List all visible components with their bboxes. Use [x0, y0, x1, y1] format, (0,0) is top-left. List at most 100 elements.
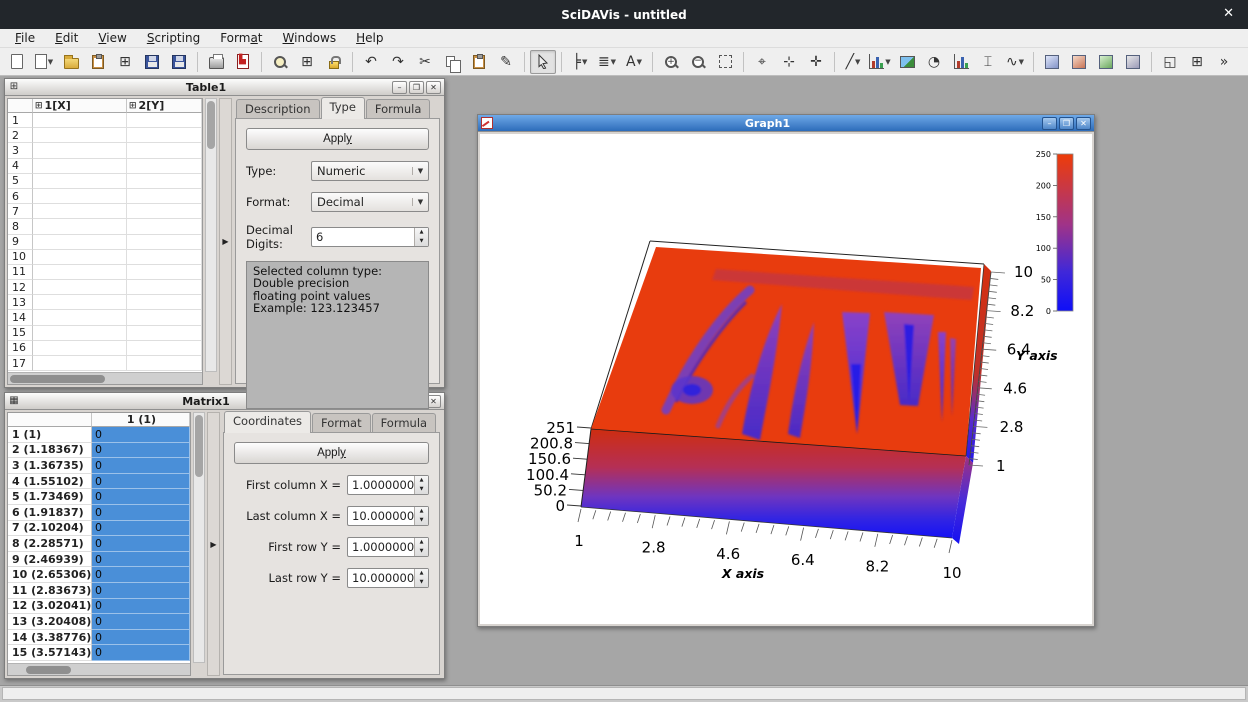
table-cell[interactable]: [33, 113, 127, 128]
table-row[interactable]: 10: [8, 250, 202, 265]
menu-view[interactable]: View: [89, 30, 135, 46]
print-icon[interactable]: [203, 50, 229, 74]
matrix-column-header[interactable]: 1 (1): [92, 413, 190, 427]
grid-lines-icon[interactable]: ≣▼: [594, 50, 620, 74]
table1-titlebar[interactable]: ⊞ Table1 – ❒ ✕: [5, 79, 444, 96]
table-cell[interactable]: [33, 250, 127, 265]
menu-format[interactable]: Format: [211, 30, 271, 46]
table-cell[interactable]: [33, 280, 127, 295]
pie-chart-icon[interactable]: ◔: [921, 50, 947, 74]
add-column-icon[interactable]: ⊞: [1184, 50, 1210, 74]
column-header-2y[interactable]: ⊞ 2[Y]: [127, 99, 202, 113]
plot-column-icon[interactable]: ▼: [867, 50, 893, 74]
column-header-1x[interactable]: ⊞ 1[X]: [33, 99, 127, 113]
matrix-row[interactable]: 15 (3.57143)0: [8, 645, 190, 661]
plot-canvas[interactable]: 12.84.66.48.210X axis108.26.44.62.81Y ax…: [480, 134, 1092, 624]
table-cell[interactable]: [33, 219, 127, 234]
spin-up-icon[interactable]: ▲: [415, 507, 428, 516]
plot3d-scatter-icon[interactable]: [1093, 50, 1119, 74]
table1-tab-description[interactable]: Description: [236, 99, 320, 119]
table-cell[interactable]: [33, 159, 127, 174]
table-row[interactable]: 8: [8, 219, 202, 234]
matrix1-tab-coordinates[interactable]: Coordinates: [224, 411, 311, 433]
matrix-cell-selected[interactable]: 0: [92, 489, 190, 505]
table-cell[interactable]: [127, 174, 202, 189]
save-template-icon[interactable]: [166, 50, 192, 74]
table-row[interactable]: 16: [8, 341, 202, 356]
matrix1-tab-format[interactable]: Format: [312, 413, 371, 433]
axes-ticks-icon[interactable]: ╞▼: [567, 50, 593, 74]
table-row[interactable]: 13: [8, 295, 202, 310]
matrix1-vscrollbar[interactable]: [193, 412, 205, 663]
matrix-row[interactable]: 6 (1.91837)0: [8, 505, 190, 521]
matrix-row[interactable]: 13 (3.20408)0: [8, 614, 190, 630]
apply-button[interactable]: Apply: [234, 442, 429, 464]
table-row[interactable]: 1: [8, 113, 202, 128]
table-cell[interactable]: [33, 326, 127, 341]
table-cell[interactable]: [33, 310, 127, 325]
plot3d-bars-icon[interactable]: [1066, 50, 1092, 74]
matrix-row[interactable]: 11 (2.83673)0: [8, 583, 190, 599]
matrix-cell-selected[interactable]: 0: [92, 567, 190, 583]
menu-help[interactable]: Help: [347, 30, 392, 46]
matrix-row[interactable]: 2 (1.18367)0: [8, 443, 190, 459]
box-plot-icon[interactable]: ⌶: [975, 50, 1001, 74]
histogram-icon[interactable]: [948, 50, 974, 74]
matrix-cell-selected[interactable]: 0: [92, 474, 190, 490]
spin-down-icon[interactable]: ▼: [415, 578, 428, 587]
spin-down-icon[interactable]: ▼: [415, 547, 428, 556]
table-cell[interactable]: [33, 295, 127, 310]
table-cell[interactable]: [127, 159, 202, 174]
undo-icon[interactable]: ↶: [358, 50, 384, 74]
table-cell[interactable]: [33, 265, 127, 280]
table-cell[interactable]: [33, 356, 127, 371]
select-range-icon[interactable]: ⊹: [776, 50, 802, 74]
preferences-table-icon[interactable]: ⊞: [294, 50, 320, 74]
table-cell[interactable]: [33, 174, 127, 189]
spin-up-icon[interactable]: ▲: [415, 476, 428, 485]
graph1-titlebar[interactable]: Graph1 – ❒ ✕: [478, 115, 1094, 132]
paste-icon[interactable]: [466, 50, 492, 74]
table-cell[interactable]: [33, 143, 127, 158]
open-project-icon[interactable]: [58, 50, 84, 74]
matrix-row[interactable]: 8 (2.28571)0: [8, 536, 190, 552]
table-cell[interactable]: [127, 280, 202, 295]
lock-toolbars-icon[interactable]: [321, 50, 347, 74]
table-cell[interactable]: [127, 265, 202, 280]
rescale-icon[interactable]: [712, 50, 738, 74]
table-cell[interactable]: [127, 341, 202, 356]
matrix1-grid[interactable]: 1 (1) 1 (1)02 (1.18367)03 (1.36735)04 (1…: [7, 412, 191, 676]
matrix-row[interactable]: 3 (1.36735)0: [8, 458, 190, 474]
table1-vscrollbar[interactable]: [205, 98, 217, 372]
table-cell[interactable]: [127, 189, 202, 204]
zoom-out-icon[interactable]: [685, 50, 711, 74]
matrix-row[interactable]: 14 (3.38776)0: [8, 630, 190, 646]
table-cell[interactable]: [33, 341, 127, 356]
matrix1-hscrollbar[interactable]: [8, 663, 190, 675]
matrix-row[interactable]: 10 (2.65306)0: [8, 567, 190, 583]
new-aspect-icon[interactable]: ▼: [31, 50, 57, 74]
data-reader-icon[interactable]: ⌖: [749, 50, 775, 74]
apply-button[interactable]: Apply: [246, 128, 429, 150]
table-cell[interactable]: [127, 204, 202, 219]
menu-scripting[interactable]: Scripting: [138, 30, 209, 46]
table-row[interactable]: 15: [8, 326, 202, 341]
table-row[interactable]: 11: [8, 265, 202, 280]
matrix-cell-selected[interactable]: 0: [92, 599, 190, 615]
coordinate-field-2[interactable]: 1.00000000▲▼: [347, 537, 429, 557]
matrix-row[interactable]: 4 (1.55102)0: [8, 474, 190, 490]
table-cell[interactable]: [33, 235, 127, 250]
maximize-icon[interactable]: ❒: [409, 81, 424, 94]
add-text-icon[interactable]: A▼: [621, 50, 647, 74]
table-cell[interactable]: [127, 356, 202, 371]
table-row[interactable]: 5: [8, 174, 202, 189]
pointer-icon[interactable]: [530, 50, 556, 74]
table-cell[interactable]: [127, 326, 202, 341]
minimize-icon[interactable]: –: [392, 81, 407, 94]
screen-reader-icon[interactable]: ✛: [803, 50, 829, 74]
spin-up-icon[interactable]: ▲: [415, 569, 428, 578]
matrix-cell-selected[interactable]: 0: [92, 521, 190, 537]
matrix-cell-selected[interactable]: 0: [92, 552, 190, 568]
coordinate-field-3[interactable]: 10.0000000▲▼: [347, 568, 429, 588]
matrix-cell-selected[interactable]: 0: [92, 443, 190, 459]
